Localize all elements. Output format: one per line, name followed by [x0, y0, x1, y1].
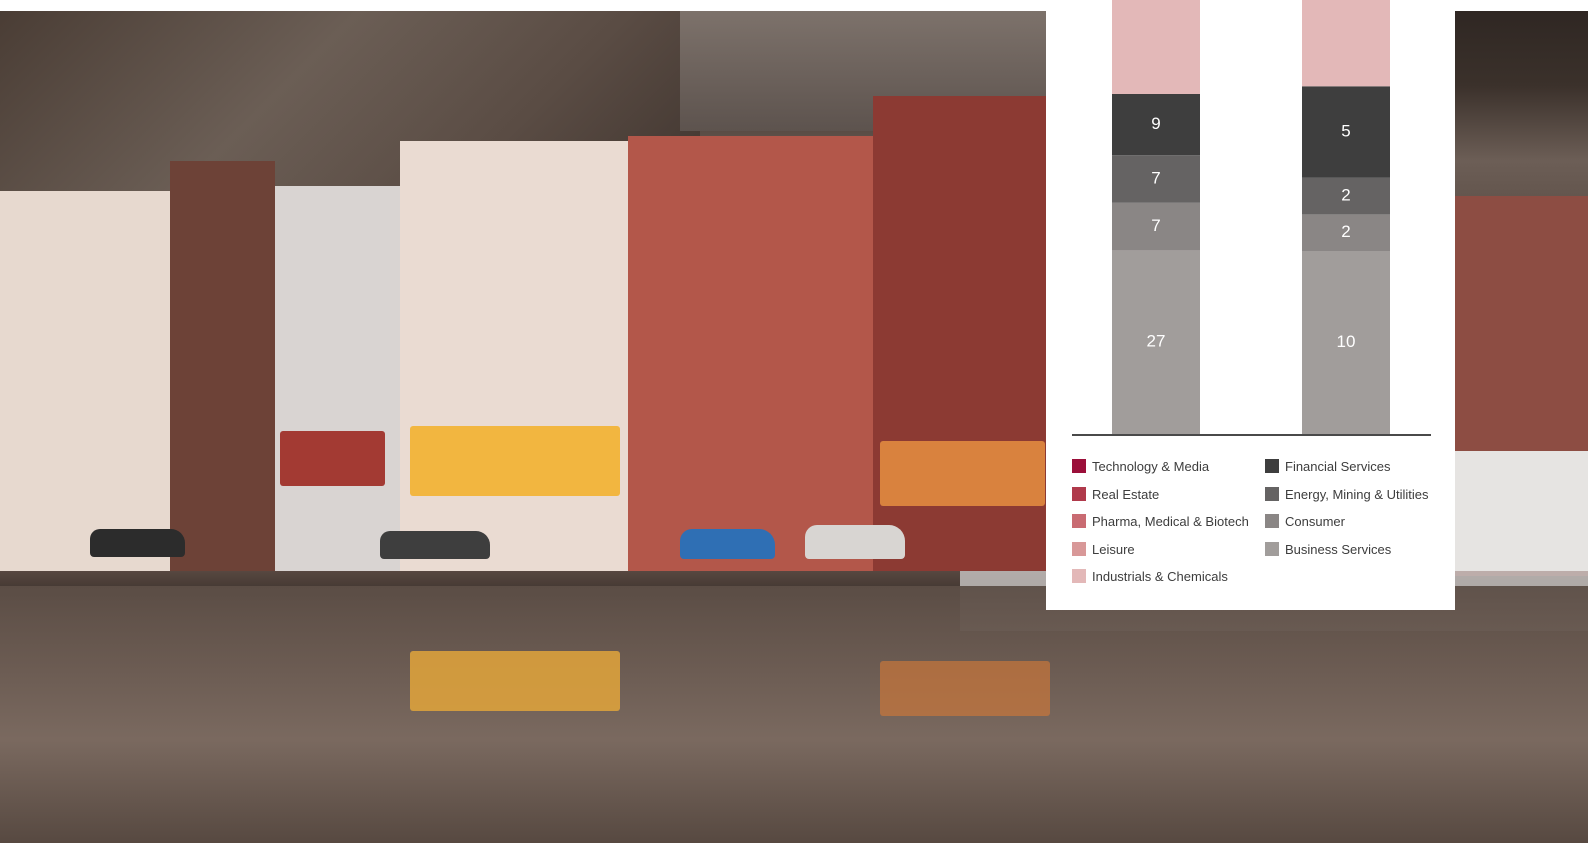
- data-label: 5: [1341, 122, 1350, 141]
- legend-swatch: [1072, 514, 1086, 528]
- legend-swatch: [1265, 487, 1279, 501]
- stacked-bar-chart: 27 7 7 9 10 2 2 5: [1072, 0, 1431, 436]
- legend-label: Business Services: [1285, 541, 1392, 557]
- legend-swatch: [1265, 514, 1279, 528]
- chart-panel: 27 7 7 9 10 2 2 5 Technology & Media Real Estate…: [1046, 0, 1455, 610]
- legend-item: Technology & Media: [1072, 457, 1209, 475]
- legend-label: Pharma, Medical & Biotech: [1092, 513, 1249, 529]
- data-label: 7: [1151, 216, 1160, 235]
- legend-item: Business Services: [1265, 540, 1391, 558]
- building: [275, 186, 400, 571]
- legend-item: Leisure: [1072, 540, 1135, 558]
- parked-car: [90, 529, 185, 557]
- legend-swatch: [1265, 542, 1279, 556]
- legend-label: Industrials & Chemicals: [1092, 568, 1228, 584]
- boat: [1455, 451, 1588, 571]
- legend-item: Real Estate: [1072, 485, 1159, 503]
- legend-label: Real Estate: [1092, 486, 1160, 502]
- legend-item: Financial Services: [1265, 457, 1391, 475]
- legend-label: Consumer: [1285, 513, 1345, 529]
- legend-swatch: [1072, 569, 1086, 583]
- reflection-glow: [410, 651, 620, 711]
- data-label: 2: [1341, 222, 1350, 241]
- lit-storefront: [410, 426, 620, 496]
- bar-segment-industrials-chemicals-1: [1112, 0, 1200, 94]
- legend-label: Financial Services: [1285, 458, 1391, 474]
- legend-label: Energy, Mining & Utilities: [1285, 486, 1429, 502]
- legend-swatch: [1072, 459, 1086, 473]
- bar-segment-industrials-chemicals-2: [1302, 0, 1390, 87]
- parked-car: [805, 525, 905, 559]
- building: [628, 136, 873, 571]
- legend-label: Technology & Media: [1092, 458, 1210, 474]
- legend-swatch: [1072, 542, 1086, 556]
- reflection-glow: [880, 661, 1050, 716]
- legend-label: Leisure: [1092, 541, 1135, 557]
- building: [0, 191, 170, 571]
- legend-item: Energy, Mining & Utilities: [1265, 485, 1429, 503]
- parked-car: [380, 531, 490, 559]
- lit-storefront: [280, 431, 385, 486]
- river-reflection: [0, 586, 1588, 843]
- legend-swatch: [1265, 459, 1279, 473]
- legend-item: Consumer: [1265, 512, 1345, 530]
- lit-storefront: [880, 441, 1045, 506]
- data-label: 9: [1151, 114, 1160, 133]
- data-label: 7: [1151, 168, 1160, 187]
- legend-item: Pharma, Medical & Biotech: [1072, 512, 1249, 530]
- building: [400, 141, 628, 571]
- building: [170, 161, 275, 571]
- data-label: 2: [1341, 186, 1350, 205]
- data-label: 10: [1337, 332, 1356, 351]
- parked-car: [680, 529, 775, 559]
- legend-item: Industrials & Chemicals: [1072, 567, 1228, 585]
- legend-swatch: [1072, 487, 1086, 501]
- data-label: 27: [1147, 332, 1166, 351]
